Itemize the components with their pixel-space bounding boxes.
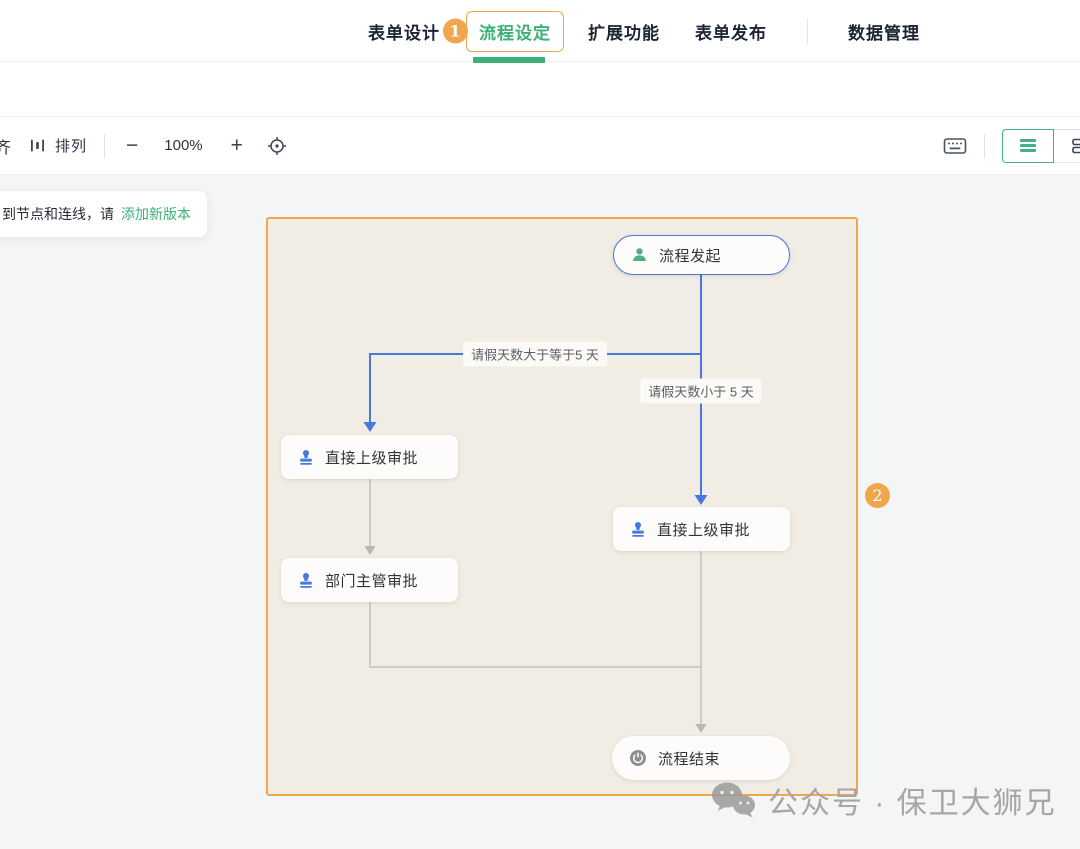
stamp-icon (298, 449, 314, 466)
top-header: 表单设计 1 流程设定 扩展功能 表单发布 数据管理 (0, 0, 1080, 62)
tab-flow-setting-label: 流程设定 (479, 24, 551, 43)
zoom-out-button[interactable]: − (126, 134, 138, 158)
flow-editor-area: 到节点和连线，请 添加新版本 流程发起 (0, 175, 1080, 849)
stamp-icon (630, 521, 646, 538)
node-label: 部门主管审批 (325, 570, 418, 591)
card-view-button[interactable] (1054, 129, 1080, 163)
notice-text: 到节点和连线，请 (2, 204, 114, 224)
version-notice-toast: 到节点和连线，请 添加新版本 (0, 191, 207, 237)
node-flow-start[interactable]: 流程发起 (613, 235, 790, 275)
node-label: 流程结束 (658, 748, 720, 769)
arrowhead-gray-2 (696, 724, 707, 733)
arrowhead-blue-right (695, 495, 708, 505)
tab-flow-setting[interactable]: 1 流程设定 (466, 11, 564, 52)
arrange-button[interactable]: 排列 (55, 135, 87, 156)
toolbar-right-group (943, 129, 1080, 163)
condition-label-lt-5-days[interactable]: 请假天数小于 5 天 (640, 379, 761, 404)
locate-icon (267, 136, 287, 156)
arrowhead-gray-1 (365, 546, 376, 555)
condition-label-gte-5-days[interactable]: 请假天数大于等于5 天 (463, 342, 607, 367)
node-label: 流程发起 (659, 245, 721, 266)
flow-canvas[interactable]: 流程发起 直接上级审批 部门主管审批 直接上级审批 (266, 217, 858, 796)
wechat-icon (710, 780, 758, 820)
node-approval-direct-supervisor-right[interactable]: 直接上级审批 (613, 507, 790, 551)
tab-form-publish[interactable]: 表单发布 (695, 19, 767, 44)
arrowhead-blue-left (364, 422, 377, 432)
locate-button[interactable] (267, 136, 287, 156)
tab-extensions[interactable]: 扩展功能 (588, 19, 660, 44)
node-label: 直接上级审批 (325, 447, 418, 468)
card-view-icon (1071, 137, 1080, 155)
zoom-in-button[interactable]: + (231, 134, 243, 158)
power-icon (629, 749, 647, 767)
step-2-badge: 2 (865, 483, 890, 508)
list-view-button[interactable] (1002, 129, 1054, 163)
sub-header-strip (0, 62, 1080, 117)
add-new-version-link[interactable]: 添加新版本 (121, 204, 191, 224)
distribute-icon (29, 137, 46, 154)
align-button[interactable]: 齐 (0, 134, 11, 158)
distribute-button[interactable] (29, 137, 46, 154)
stamp-icon (298, 572, 314, 589)
keyboard-shortcuts-button[interactable] (943, 137, 967, 155)
toolbar-divider (104, 134, 105, 158)
nav-divider (807, 18, 808, 44)
node-approval-dept-manager[interactable]: 部门主管审批 (281, 558, 458, 602)
keyboard-icon (943, 137, 967, 155)
watermark-text: 公众号 · 保卫大狮兄 (768, 778, 1057, 822)
toolbar-left-group: 齐 排列 − 100% + (0, 134, 287, 158)
view-toggle-group (1002, 129, 1080, 163)
nav-tabs: 表单设计 1 流程设定 扩展功能 表单发布 数据管理 (368, 0, 920, 62)
node-approval-direct-supervisor-left[interactable]: 直接上级审批 (281, 435, 458, 479)
node-label: 直接上级审批 (657, 519, 750, 540)
canvas-toolbar: 齐 排列 − 100% + (0, 117, 1080, 175)
tab-form-design[interactable]: 表单设计 (368, 19, 440, 44)
node-flow-end[interactable]: 流程结束 (612, 736, 790, 780)
user-icon (631, 247, 648, 263)
align-label: 齐 (0, 134, 11, 158)
zoom-level-value[interactable]: 100% (164, 137, 202, 154)
list-view-icon (1020, 137, 1036, 155)
toolbar-divider (984, 134, 985, 158)
watermark: 公众号 · 保卫大狮兄 (710, 778, 1057, 822)
tab-data-management[interactable]: 数据管理 (848, 19, 920, 44)
active-tab-underline (473, 57, 545, 63)
step-1-badge: 1 (443, 19, 468, 44)
